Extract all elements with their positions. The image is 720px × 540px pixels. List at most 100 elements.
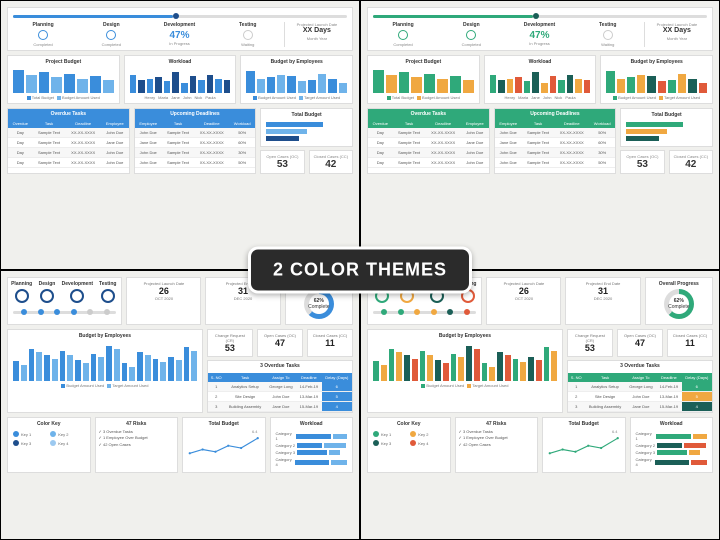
project-budget-chart: Project BudgetTotal BudgetBudget Amount … — [7, 55, 120, 104]
progress-thumb[interactable] — [533, 13, 539, 19]
table-row: 2Site DesignJohn Doe13-Mar-195 — [568, 392, 712, 402]
line-chart — [546, 434, 622, 462]
phase-tracker: PlanningCompleted DesignCompleted Develo… — [367, 7, 713, 51]
clock-icon — [603, 30, 613, 40]
overdue-tasks-table: Overdue Tasks OverdueTaskDeadlineEmploye… — [367, 108, 490, 174]
table-row: DaySample TextXX-XX-XXXXJohn Doe — [8, 128, 129, 138]
gear-icon — [70, 289, 84, 303]
phase-design: Design — [36, 281, 57, 305]
phase-testing: TestingWaiting — [576, 22, 640, 47]
timeline-dot — [21, 309, 27, 315]
key-2: Key 2 — [410, 431, 444, 437]
table-row: DaySample TextXX-XX-XXXXJohn Doe — [8, 148, 129, 158]
timeline-dot — [54, 309, 60, 315]
phase-tracker: PlanningCompleted DesignCompleted Develo… — [7, 7, 353, 51]
table-row: DaySample TextXX-XX-XXXXJohn Doe — [8, 158, 129, 168]
phase-development: Development47%In Progress — [147, 22, 211, 47]
donut-chart: 62%Complete — [664, 289, 694, 319]
progress-track — [13, 15, 347, 18]
budget-employees-chart: Budget by EmployeesBudget Amount UsedTar… — [600, 55, 713, 104]
launch-date-kpi: Projected Launch Date26OCT 2020 — [486, 277, 561, 325]
table-row: 1Analytics SetupGeorge Long14-Feb-196 — [568, 382, 712, 392]
quadrant-bottom-right-green: Planning Design Development Testing Proj… — [360, 270, 720, 540]
timeline-dot — [398, 309, 404, 315]
kpi-oc: Open Cases (OC)47 — [257, 329, 303, 357]
overdue-tasks-table: Overdue Tasks OverdueTaskDeadlineEmploye… — [7, 108, 130, 174]
table-row: 3Building AssemblyJane Doe15-Mar-194 — [208, 402, 352, 412]
deadlines-table: Upcoming Deadlines EmployeeTaskDeadlineW… — [494, 108, 617, 174]
phase-development: Development47%In Progress — [507, 22, 571, 47]
check-icon — [106, 30, 116, 40]
table-row: Jane DoeSample TextXX-XX-XXXX60% — [135, 138, 256, 148]
workload-hbar: Workload Category 1 Category 2 Category … — [630, 417, 714, 473]
table-row: DaySample TextXX-XX-XXXXJohn Doe — [368, 128, 489, 138]
key-4: Key 4 — [410, 440, 444, 446]
timeline-track — [373, 311, 476, 314]
key-1: Key 1 — [13, 431, 47, 437]
open-cases-kpi: Open Cases (OC)53 — [260, 150, 304, 174]
quadrant-bottom-left-blue: Planning Design Development Testing Proj… — [0, 270, 360, 540]
check-icon — [38, 30, 48, 40]
progress-thumb[interactable] — [173, 13, 179, 19]
launch-date: Projected Launch DateXX DaysMonth Year — [644, 22, 709, 47]
table-row: DaySample TextXX-XX-XXXXJane Doe — [8, 138, 129, 148]
risks-card: 47 Risks3 Overdue Tasks1 Employee Over B… — [455, 417, 539, 473]
phase-development: Development — [62, 281, 93, 305]
launch-date: Projected Launch DateXX DaysMonth Year — [284, 22, 349, 47]
overall-progress: Overall Progress62%Complete — [645, 277, 713, 325]
kpi-cc: Closed Cases (CC)11 — [307, 329, 353, 357]
workload-chart: WorkloadHenryMariaJaneJohnNickPaula — [124, 55, 237, 104]
phase-design: DesignCompleted — [79, 22, 143, 47]
phase-planning: PlanningCompleted — [11, 22, 75, 47]
check-icon — [466, 30, 476, 40]
key-3: Key 3 — [13, 440, 47, 446]
timeline-dot — [431, 309, 437, 315]
launch-date-kpi: Projected Launch Date26OCT 2020 — [126, 277, 201, 325]
center-badge: 2 COLOR THEMES — [248, 247, 472, 294]
workload-hbar: Workload Category 1 Category 2 Category … — [270, 417, 354, 473]
check-icon — [398, 30, 408, 40]
budget-employees-chart: Budget by Employees Budget Amount UsedTa… — [367, 329, 563, 413]
progress-track — [373, 15, 707, 18]
total-budget-line: Total Budget6.4 — [182, 417, 266, 473]
key-3: Key 3 — [373, 440, 407, 446]
timeline-track — [13, 311, 116, 314]
timeline-dot — [447, 309, 453, 315]
check-icon — [40, 289, 54, 303]
key-1: Key 1 — [373, 431, 407, 437]
budget-employees-chart: Budget by EmployeesBudget Amount UsedTar… — [240, 55, 353, 104]
kpi-oc: Open Cases (OC)47 — [617, 329, 663, 357]
phase-planning: PlanningCompleted — [371, 22, 435, 47]
table-row: John DoeSample TextXX-XX-XXXX50% — [135, 158, 256, 168]
closed-cases-kpi: Closed Cases (CC)42 — [669, 150, 713, 174]
timeline-dot — [381, 309, 387, 315]
total-budget-chart: Total Budget — [260, 108, 353, 147]
color-key: Color Key Key 1 Key 2 Key 3 Key 4 — [367, 417, 451, 473]
line-chart — [186, 434, 262, 462]
flask-icon — [101, 289, 115, 303]
phase-planning: Planning — [11, 281, 32, 305]
table-row: Jane DoeSample TextXX-XX-XXXX60% — [495, 138, 616, 148]
quadrant-top-left-blue: PlanningCompleted DesignCompleted Develo… — [0, 0, 360, 270]
closed-cases-kpi: Closed Cases (CC)42 — [309, 150, 353, 174]
table-row: John DoeSample TextXX-XX-XXXX50% — [495, 128, 616, 138]
table-row: 3Building AssemblyJane Doe15-Mar-194 — [568, 402, 712, 412]
table-row: 2Site DesignJohn Doe13-Mar-195 — [208, 392, 352, 402]
project-budget-chart: Project BudgetTotal BudgetBudget Amount … — [367, 55, 480, 104]
phase-icons: Planning Design Development Testing — [7, 277, 122, 325]
table-row: John DoeSample TextXX-XX-XXXX30% — [135, 148, 256, 158]
kpi-cr: Change Request (CR)53 — [207, 329, 253, 357]
color-key: Color Key Key 1 Key 2 Key 3 Key 4 — [7, 417, 91, 473]
key-2: Key 2 — [50, 431, 84, 437]
timeline-dot — [87, 309, 93, 315]
timeline-dot — [71, 309, 77, 315]
total-budget-line: Total Budget6.4 — [542, 417, 626, 473]
table-row: John DoeSample TextXX-XX-XXXX50% — [135, 128, 256, 138]
four-quadrant-layout: PlanningCompleted DesignCompleted Develo… — [0, 0, 720, 540]
key-4: Key 4 — [50, 440, 84, 446]
deadlines-table: Upcoming Deadlines EmployeeTaskDeadlineW… — [134, 108, 257, 174]
kpi-cr: Change Request (CR)53 — [567, 329, 613, 357]
overdue-table: 3 Overdue Tasks S. NOTaskAssign ToDeadli… — [567, 360, 713, 413]
table-row: John DoeSample TextXX-XX-XXXX50% — [495, 158, 616, 168]
quadrant-top-right-green: PlanningCompleted DesignCompleted Develo… — [360, 0, 720, 270]
